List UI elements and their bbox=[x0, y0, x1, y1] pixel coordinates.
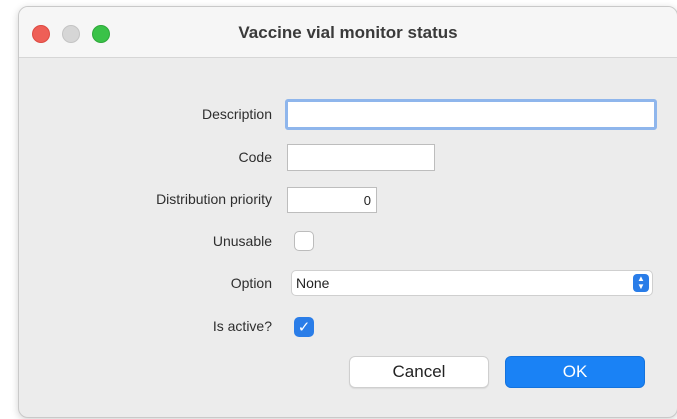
distribution-priority-input[interactable] bbox=[287, 187, 377, 213]
is-active-checkbox[interactable]: ✓ bbox=[294, 317, 314, 337]
cancel-button[interactable]: Cancel bbox=[349, 356, 489, 388]
unusable-label: Unusable bbox=[212, 233, 272, 249]
description-input[interactable] bbox=[285, 99, 657, 130]
is-active-label: Is active? bbox=[212, 318, 272, 334]
description-label: Description bbox=[201, 106, 272, 122]
option-select[interactable]: None ▲ ▼ bbox=[291, 270, 653, 296]
chevron-up-down-icon: ▲ ▼ bbox=[633, 274, 649, 292]
dialog-window: Vaccine vial monitor status Description … bbox=[18, 6, 677, 418]
title-bar[interactable]: Vaccine vial monitor status bbox=[19, 7, 677, 58]
unusable-checkbox[interactable] bbox=[294, 231, 314, 251]
ok-button[interactable]: OK bbox=[505, 356, 645, 388]
code-input[interactable] bbox=[287, 144, 435, 171]
distribution-priority-label: Distribution priority bbox=[156, 191, 272, 207]
checkmark-icon: ✓ bbox=[297, 319, 311, 336]
option-selected-value: None bbox=[296, 275, 330, 291]
code-label: Code bbox=[238, 149, 272, 165]
option-label: Option bbox=[230, 275, 272, 291]
window-title: Vaccine vial monitor status bbox=[238, 23, 458, 42]
